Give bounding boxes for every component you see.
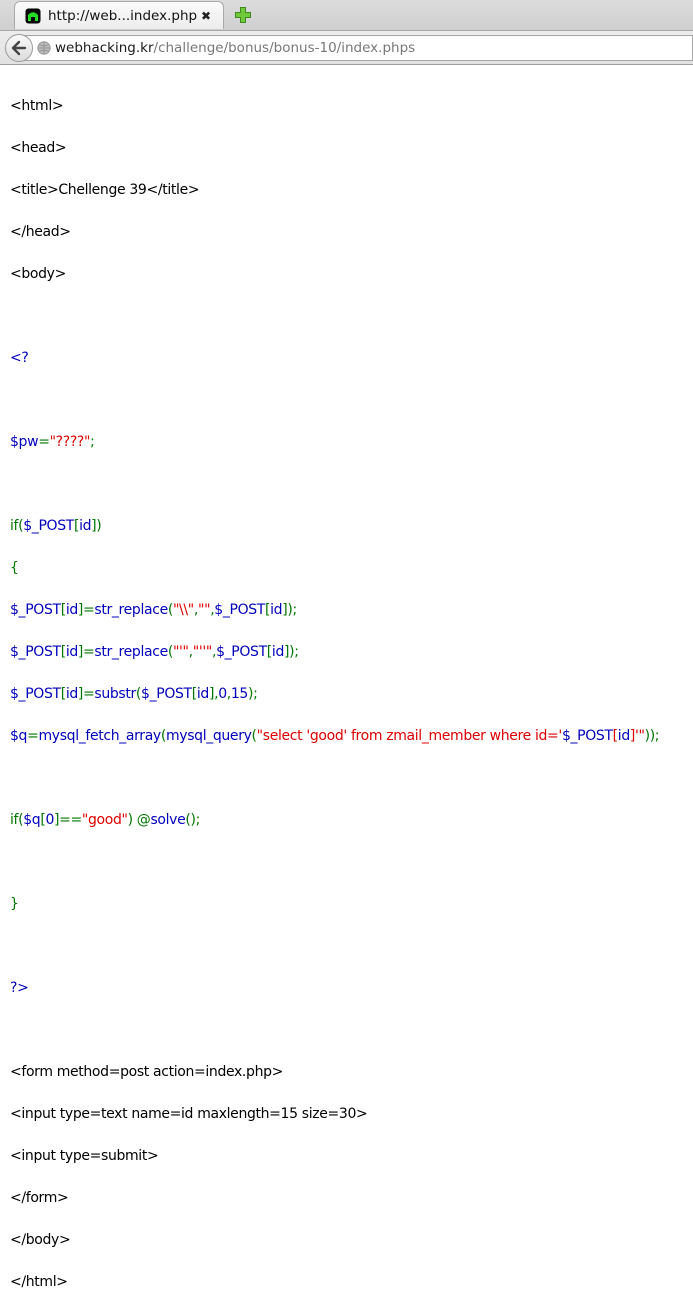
- code-token: $_POST: [214, 602, 266, 618]
- code-token: "": [198, 602, 211, 618]
- back-arrow-icon: [11, 40, 27, 55]
- source-line: $_POST[id]=str_replace("\\","",$_POST[id…: [10, 600, 693, 621]
- browser-tab[interactable]: http://web...index.phps ✖: [14, 1, 224, 29]
- code-token: "''": [192, 644, 213, 660]
- source-line: ?>: [10, 980, 29, 996]
- tab-title: http://web...index.phps: [48, 7, 197, 24]
- code-token: $q: [23, 812, 41, 828]
- source-line: </head>: [10, 224, 71, 240]
- new-tab-button[interactable]: [233, 5, 253, 25]
- source-line: <html>: [10, 98, 64, 114]
- source-line: if($q[0]=="good") @solve();: [10, 810, 693, 831]
- code-token: $_POST: [10, 602, 61, 618]
- code-token: ]=: [77, 644, 95, 660]
- code-token: if(: [10, 812, 24, 828]
- source-line: <form method=post action=index.php>: [10, 1064, 284, 1080]
- code-token: if(: [10, 518, 24, 534]
- plus-icon: [235, 7, 251, 23]
- code-token: id: [65, 686, 78, 702]
- code-token: 0: [218, 686, 227, 702]
- source-line: $_POST[id]=str_replace("'","''",$_POST[i…: [10, 642, 693, 663]
- code-token: id: [79, 518, 92, 534]
- page-source-view: <html> <head> <title>Chellenge 39</title…: [0, 65, 693, 1314]
- code-token: "good": [81, 812, 128, 828]
- code-token: $_POST: [23, 518, 74, 534]
- code-token: id: [270, 602, 283, 618]
- code-token: id: [617, 728, 630, 744]
- source-line: <?: [10, 350, 29, 366]
- code-token: ],: [208, 686, 219, 702]
- code-token: ]): [91, 518, 102, 534]
- tab-strip: http://web...index.phps ✖: [0, 0, 693, 31]
- code-token: $_POST: [561, 728, 613, 744]
- navigation-bar: webhacking.kr/challenge/bonus/bonus-10/i…: [0, 31, 693, 65]
- source-line: $pw="????";: [10, 432, 693, 453]
- source-line: <input type=submit>: [10, 1148, 159, 1164]
- code-token: id: [65, 602, 78, 618]
- code-token: mysql_fetch_array: [38, 728, 162, 744]
- source-line: </form>: [10, 1190, 69, 1206]
- code-token: 15: [230, 686, 248, 702]
- code-token: ) @: [127, 812, 151, 828]
- source-line: }: [10, 896, 19, 912]
- code-token: ));: [644, 728, 660, 744]
- code-token: solve: [150, 812, 186, 828]
- code-token: id: [271, 644, 284, 660]
- code-token: "select 'good' from zmail_member where i…: [256, 728, 563, 744]
- code-token: id: [196, 686, 209, 702]
- source-line: <head>: [10, 140, 67, 156]
- code-token: =: [38, 434, 50, 450]
- code-token: "\\": [172, 602, 194, 618]
- code-token: $_POST: [10, 644, 61, 660]
- source-line: $q=mysql_fetch_array(mysql_query("select…: [10, 726, 693, 747]
- code-token: ]==: [54, 812, 82, 828]
- code-token: substr: [94, 686, 136, 702]
- source-line: <title>Chellenge 39</title>: [10, 182, 200, 198]
- code-token: );: [247, 686, 258, 702]
- code-token: mysql_query: [165, 728, 252, 744]
- source-line: {: [10, 560, 19, 576]
- source-line: <input type=text name=id maxlength=15 si…: [10, 1106, 368, 1122]
- source-line: if($_POST[id]): [10, 516, 693, 537]
- code-token: $q: [10, 728, 28, 744]
- code-token: "????": [49, 434, 91, 450]
- code-token: ]);: [283, 644, 299, 660]
- source-line: <body>: [10, 266, 66, 282]
- code-token: ]);: [282, 602, 297, 618]
- source-line: $_POST[id]=substr($_POST[id],0,15);: [10, 684, 693, 705]
- code-token: $_POST: [10, 686, 61, 702]
- code-token: id: [65, 644, 78, 660]
- url-path: /challenge/bonus/bonus-10/index.phps: [153, 39, 416, 56]
- url-host: webhacking.kr: [55, 39, 154, 56]
- close-tab-icon[interactable]: ✖: [197, 9, 215, 23]
- code-token: ]=: [77, 686, 95, 702]
- code-token: $_POST: [141, 686, 192, 702]
- address-bar[interactable]: webhacking.kr/challenge/bonus/bonus-10/i…: [5, 33, 693, 62]
- url-text[interactable]: webhacking.kr/challenge/bonus/bonus-10/i…: [55, 40, 415, 56]
- code-token: str_replace: [94, 644, 168, 660]
- code-token: =: [27, 728, 39, 744]
- site-favicon-icon: [25, 8, 41, 24]
- code-token: ();: [185, 812, 200, 828]
- globe-icon: [37, 40, 51, 55]
- source-line: </html>: [10, 1274, 68, 1290]
- code-token: ]=: [77, 602, 95, 618]
- code-token: $_POST: [216, 644, 267, 660]
- source-line: </body>: [10, 1232, 71, 1248]
- code-token: '": [634, 728, 645, 744]
- code-token: "'": [172, 644, 189, 660]
- code-token: ;: [90, 434, 95, 450]
- code-token: str_replace: [94, 602, 168, 618]
- code-token: 0: [45, 812, 55, 828]
- back-button[interactable]: [5, 33, 33, 62]
- code-token: $pw: [10, 434, 39, 450]
